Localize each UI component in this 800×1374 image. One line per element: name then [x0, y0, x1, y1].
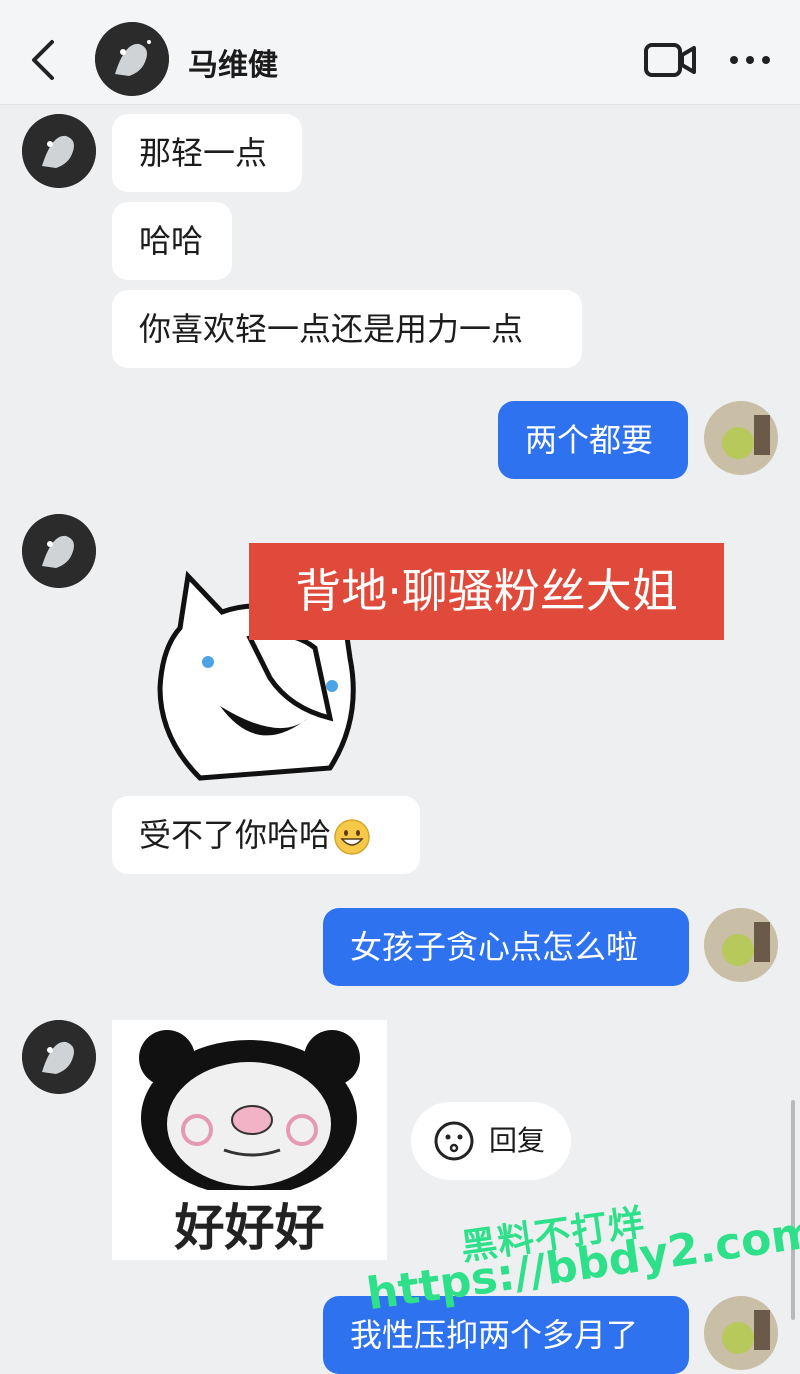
- contact-name[interactable]: 马维健: [188, 40, 278, 84]
- message-bubble[interactable]: 哈哈: [112, 202, 232, 280]
- my-avatar[interactable]: [704, 908, 778, 982]
- more-dots-icon[interactable]: [726, 44, 774, 76]
- panda-sticker[interactable]: 好好好: [112, 1020, 387, 1260]
- sticker-caption: 好好好: [174, 1199, 325, 1257]
- reply-label: 回复: [489, 1124, 546, 1157]
- overlay-banner: 背地·聊骚粉丝大姐: [249, 543, 724, 640]
- my-avatar[interactable]: [704, 401, 778, 475]
- my-avatar[interactable]: [704, 1296, 778, 1370]
- chat-header: 马维健: [0, 0, 800, 105]
- chevron-left-icon[interactable]: [26, 36, 66, 84]
- sender-avatar[interactable]: [22, 114, 96, 188]
- message-text: 受不了你哈哈: [139, 816, 332, 854]
- message-bubble[interactable]: 两个都要: [498, 401, 688, 479]
- panda-face-icon: [139, 1030, 360, 1196]
- message-bubble[interactable]: 受不了你哈哈: [112, 796, 420, 874]
- message-bubble[interactable]: 那轻一点: [112, 114, 302, 192]
- sender-avatar[interactable]: [22, 514, 96, 588]
- sender-avatar[interactable]: [22, 1020, 96, 1094]
- grinning-face-emoji: [334, 819, 370, 855]
- contact-avatar[interactable]: [95, 22, 169, 96]
- emoji-face-icon: [434, 1121, 474, 1161]
- message-bubble[interactable]: 女孩子贪心点怎么啦: [323, 908, 689, 986]
- reply-button[interactable]: 回复: [411, 1102, 571, 1180]
- message-bubble[interactable]: 你喜欢轻一点还是用力一点: [112, 290, 582, 368]
- video-camera-icon[interactable]: [643, 40, 697, 80]
